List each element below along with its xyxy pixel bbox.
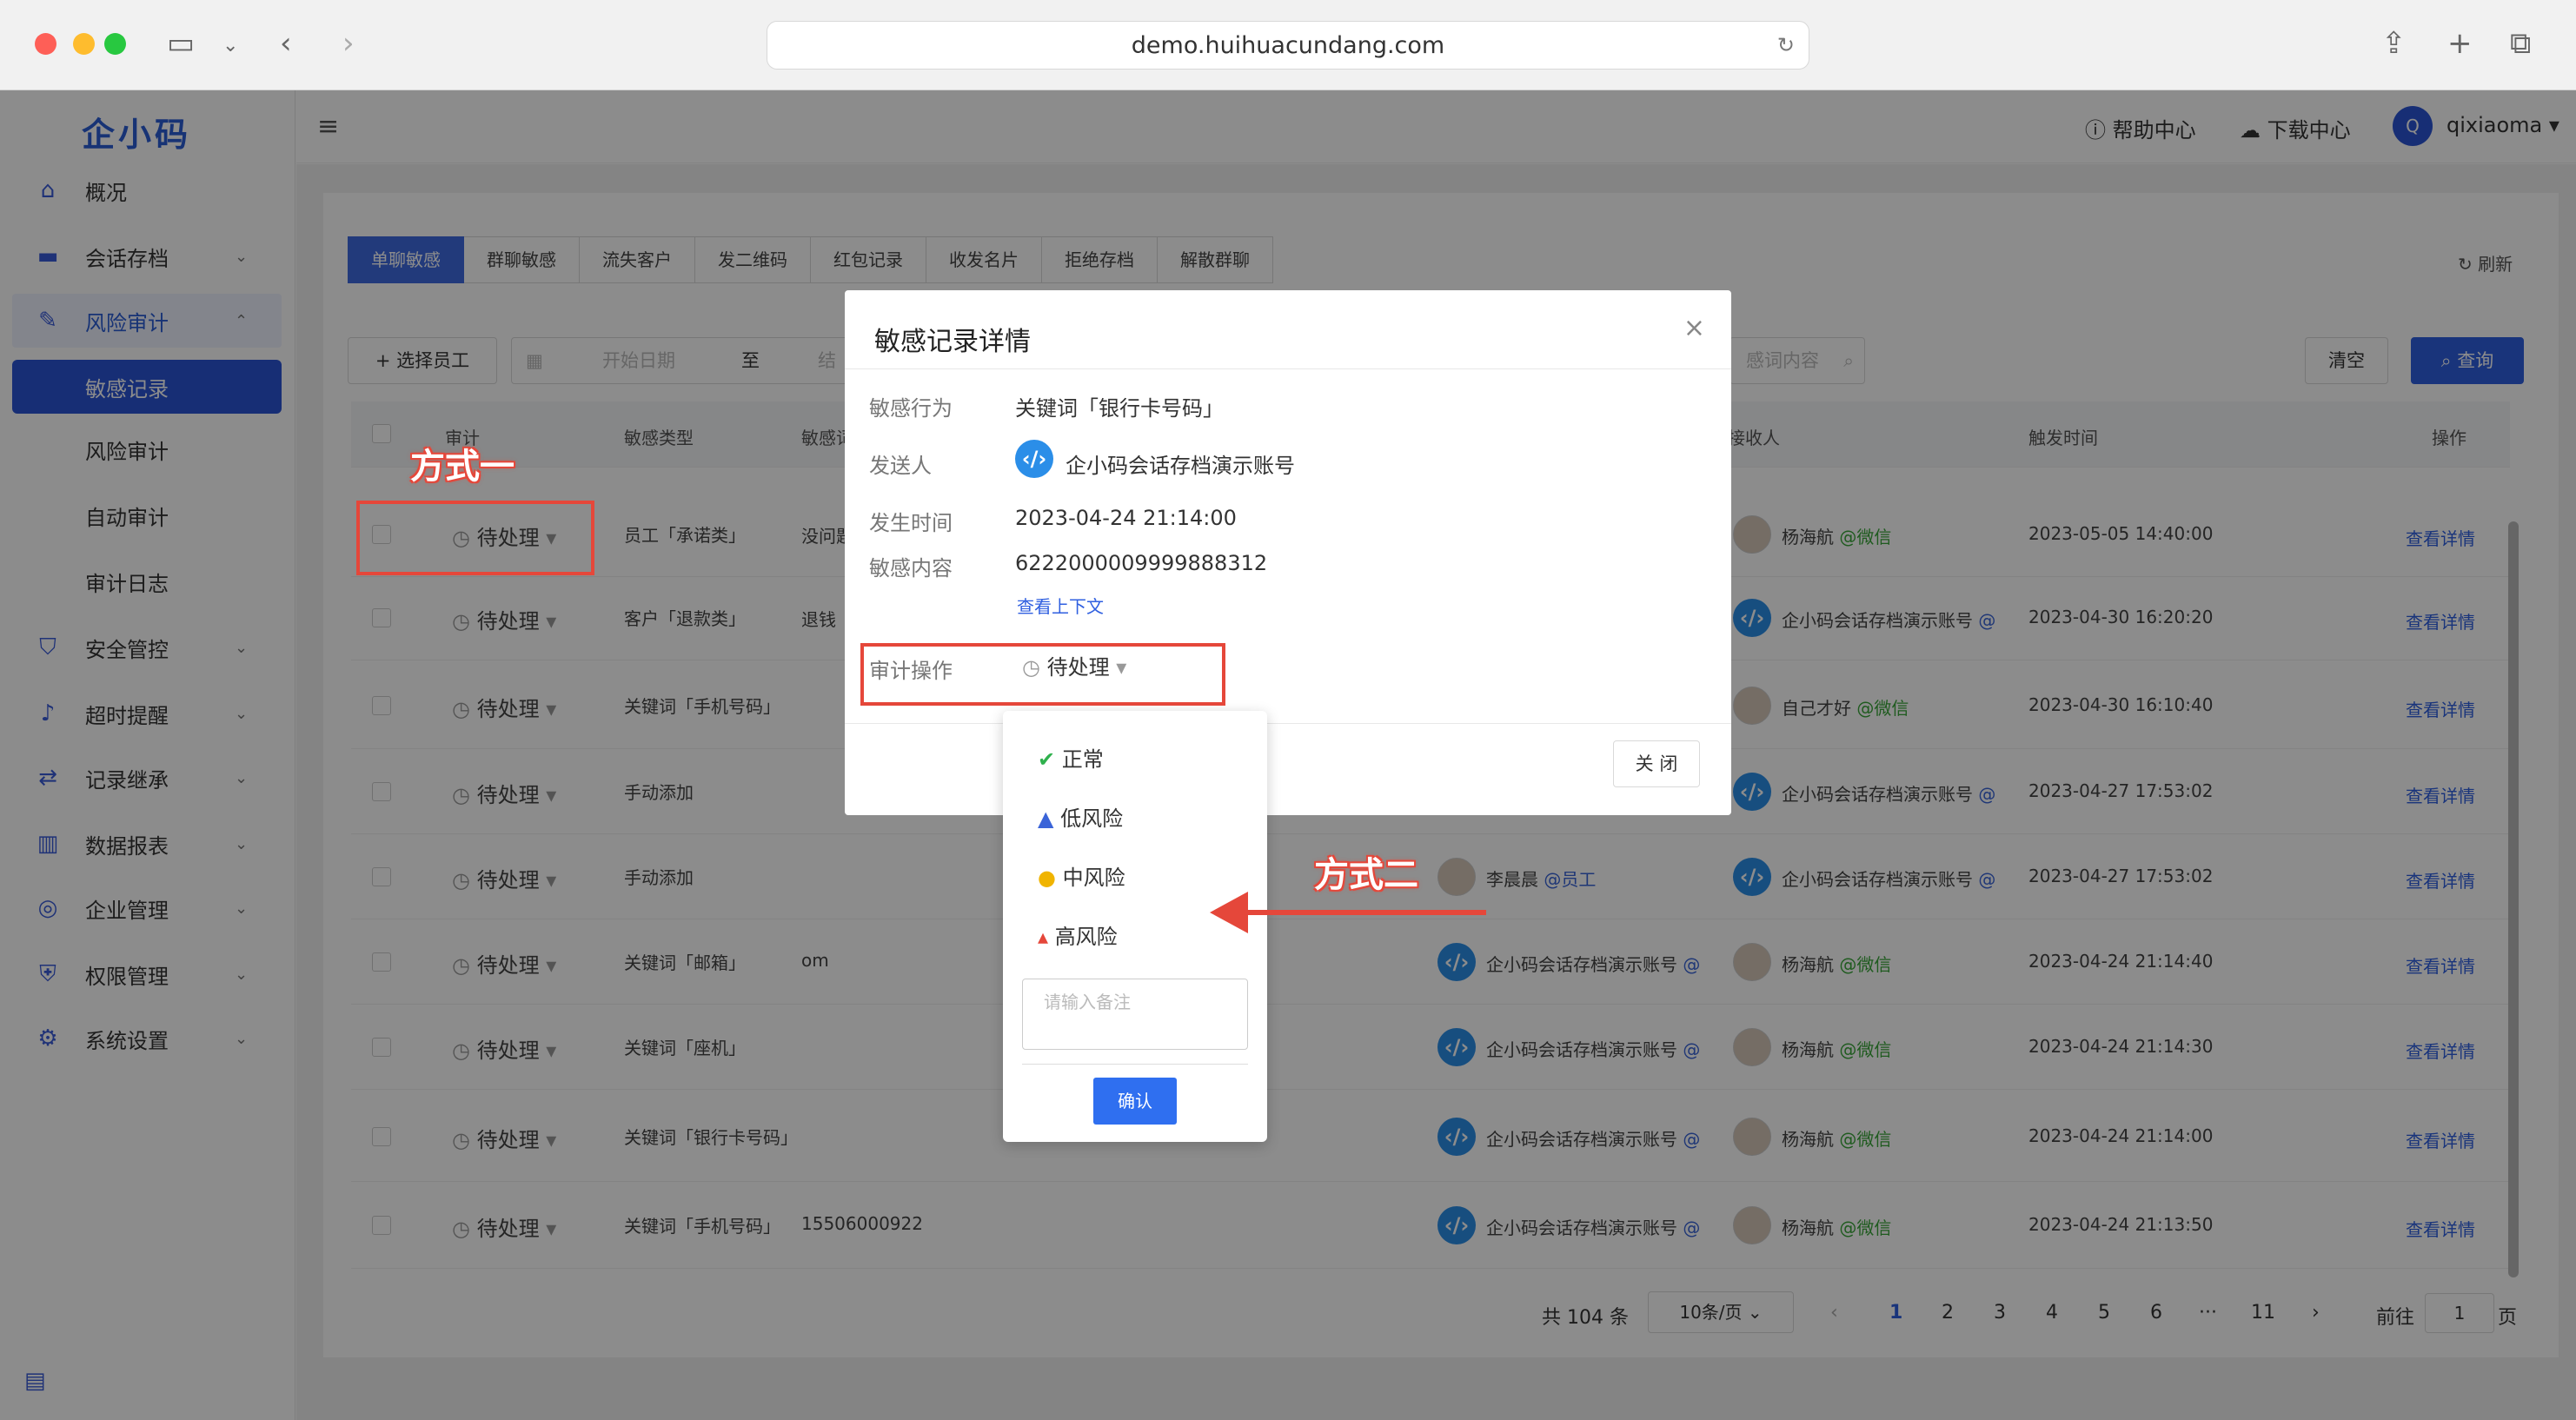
address-bar[interactable]: demo.huihuacundang.com ↻ — [767, 21, 1809, 70]
back-icon[interactable]: ‹ — [280, 26, 292, 61]
tabs-overview-icon[interactable]: ⧉ — [2510, 26, 2531, 61]
remark-textarea[interactable]: 请输入备注 — [1022, 979, 1248, 1050]
url-text: demo.huihuacundang.com — [1131, 31, 1445, 59]
close-button[interactable]: 关 闭 — [1613, 740, 1700, 787]
forward-icon[interactable]: › — [342, 26, 355, 61]
maximize-window-button[interactable] — [104, 33, 126, 55]
reload-icon[interactable]: ↻ — [1777, 33, 1795, 57]
option-high-risk[interactable]: ▴ 高风险 — [1038, 919, 1118, 950]
view-context-link[interactable]: 查看上下文 — [1017, 593, 1104, 618]
close-icon[interactable]: × — [1683, 313, 1705, 343]
check-circle-icon: ✔ — [1038, 747, 1056, 772]
option-medium-risk[interactable]: ● 中风险 — [1038, 860, 1125, 891]
sensitive-behavior: 关键词「银行卡号码」 — [1015, 396, 1224, 421]
dialog-title: 敏感记录详情 — [874, 327, 1031, 357]
divider — [845, 368, 1731, 369]
chevron-down-icon[interactable]: ⌄ — [222, 35, 238, 56]
sender-name: 企小码会话存档演示账号 — [1066, 454, 1295, 478]
close-window-button[interactable] — [35, 33, 56, 55]
sensitive-content: 6222000009999888312 — [1015, 551, 1268, 575]
confirm-button[interactable]: 确认 — [1093, 1078, 1177, 1125]
option-low-risk[interactable]: ▲ 低风险 — [1038, 801, 1123, 832]
option-normal[interactable]: ✔ 正常 — [1038, 742, 1104, 773]
sender-avatar: ‹/› — [1015, 440, 1053, 478]
annotation-method1: 方式一 — [410, 447, 515, 487]
annotation-box-method1 — [356, 501, 594, 575]
new-tab-icon[interactable]: + — [2447, 26, 2473, 61]
divider — [1022, 1064, 1248, 1065]
divider — [845, 723, 1731, 724]
annotation-box-method2 — [860, 643, 1225, 706]
sensitive-record-detail-dialog: 敏感记录详情 × 敏感行为 关键词「银行卡号码」 发送人 ‹/› 企小码会话存档… — [845, 290, 1731, 815]
sidebar-toggle-icon[interactable]: ▭ — [167, 26, 195, 61]
annotation-arrow — [1210, 892, 1486, 933]
alarm-icon: ▴ — [1038, 925, 1049, 949]
occur-time: 2023-04-24 21:14:00 — [1015, 506, 1237, 530]
bolt-circle-icon: ● — [1038, 866, 1056, 890]
warning-triangle-icon: ▲ — [1038, 806, 1054, 831]
share-icon[interactable]: ⇪ — [2381, 26, 2407, 61]
minimize-window-button[interactable] — [73, 33, 95, 55]
browser-toolbar: ▭ ⌄ ‹ › demo.huihuacundang.com ↻ ⇪ + ⧉ — [0, 0, 2576, 90]
